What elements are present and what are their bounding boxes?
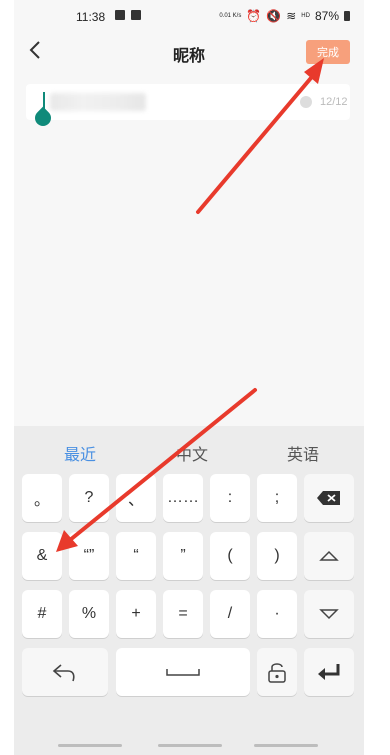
nav-indicator-right: [254, 744, 318, 747]
lock-key[interactable]: [257, 648, 297, 696]
lock-icon: [268, 663, 286, 683]
tab-recent[interactable]: 最近: [64, 441, 96, 465]
space-key[interactable]: [116, 648, 250, 696]
done-button[interactable]: 完成: [306, 40, 350, 64]
status-time: 11:38: [76, 10, 106, 24]
key-percent[interactable]: %: [69, 590, 109, 638]
key-slash[interactable]: /: [210, 590, 250, 638]
key-double-quotes[interactable]: “”: [69, 532, 109, 580]
battery-text: 87%: [314, 9, 339, 23]
scroll-down-key[interactable]: [304, 590, 354, 638]
key-period[interactable]: 。: [22, 474, 62, 522]
header: 昵称 完成: [14, 34, 364, 70]
key-ellipsis[interactable]: ……: [163, 474, 203, 522]
triangle-up-icon: [319, 550, 339, 561]
battery-icon: [344, 11, 350, 21]
image-icon: [115, 10, 125, 20]
nav-indicator-center: [158, 744, 222, 747]
key-open-quote[interactable]: “: [116, 532, 156, 580]
wifi-icon: ≋: [286, 9, 297, 23]
key-comma[interactable]: 、: [116, 474, 156, 522]
key-semicolon[interactable]: ;: [257, 474, 297, 522]
undo-icon: [52, 664, 75, 682]
triangle-down-icon: [319, 609, 339, 620]
key-middle-dot[interactable]: ·: [257, 590, 297, 638]
net-speed: 0.01 K/s: [219, 13, 242, 19]
nickname-field[interactable]: 12/12: [26, 84, 350, 130]
backspace-icon: [317, 491, 340, 505]
blurred-nickname: [50, 93, 146, 111]
symbol-keyboard: 最近 中文 英语 。 ? 、 …… : ; & “” “ ” ( ) # % +…: [14, 426, 364, 755]
key-open-paren[interactable]: (: [210, 532, 250, 580]
alarm-icon: ⏰: [246, 9, 262, 23]
mute-icon: 🔇: [266, 9, 282, 23]
key-close-quote[interactable]: ”: [163, 532, 203, 580]
enter-icon: [318, 664, 340, 680]
backspace-key[interactable]: [304, 474, 354, 522]
key-plus[interactable]: +: [116, 590, 156, 638]
return-back-key[interactable]: [22, 648, 108, 696]
keyboard-tabs: 最近 中文 英语: [14, 426, 364, 474]
key-question[interactable]: ?: [69, 474, 109, 522]
screen: 11:38 0.01 K/s ⏰ 🔇 ≋ HD 87% 昵称 完成 12/12: [14, 0, 364, 755]
tab-chinese[interactable]: 中文: [176, 441, 208, 465]
space-icon: [166, 669, 200, 676]
clear-icon[interactable]: [300, 96, 312, 108]
nav-indicator-left: [58, 744, 122, 747]
scroll-up-key[interactable]: [304, 532, 354, 580]
key-colon[interactable]: :: [210, 474, 250, 522]
signal-icon: HD: [301, 13, 310, 19]
enter-key[interactable]: [304, 648, 354, 696]
status-bar: 11:38 0.01 K/s ⏰ 🔇 ≋ HD 87%: [14, 0, 364, 34]
notification-icons: [115, 10, 141, 20]
key-hash[interactable]: #: [22, 590, 62, 638]
check-icon: [131, 10, 141, 20]
tab-english[interactable]: 英语: [287, 441, 319, 465]
key-close-paren[interactable]: ): [257, 532, 297, 580]
key-equals[interactable]: =: [163, 590, 203, 638]
character-counter: 12/12: [320, 96, 348, 108]
status-right: 0.01 K/s ⏰ 🔇 ≋ HD 87%: [219, 9, 350, 23]
key-ampersand[interactable]: &: [22, 532, 62, 580]
